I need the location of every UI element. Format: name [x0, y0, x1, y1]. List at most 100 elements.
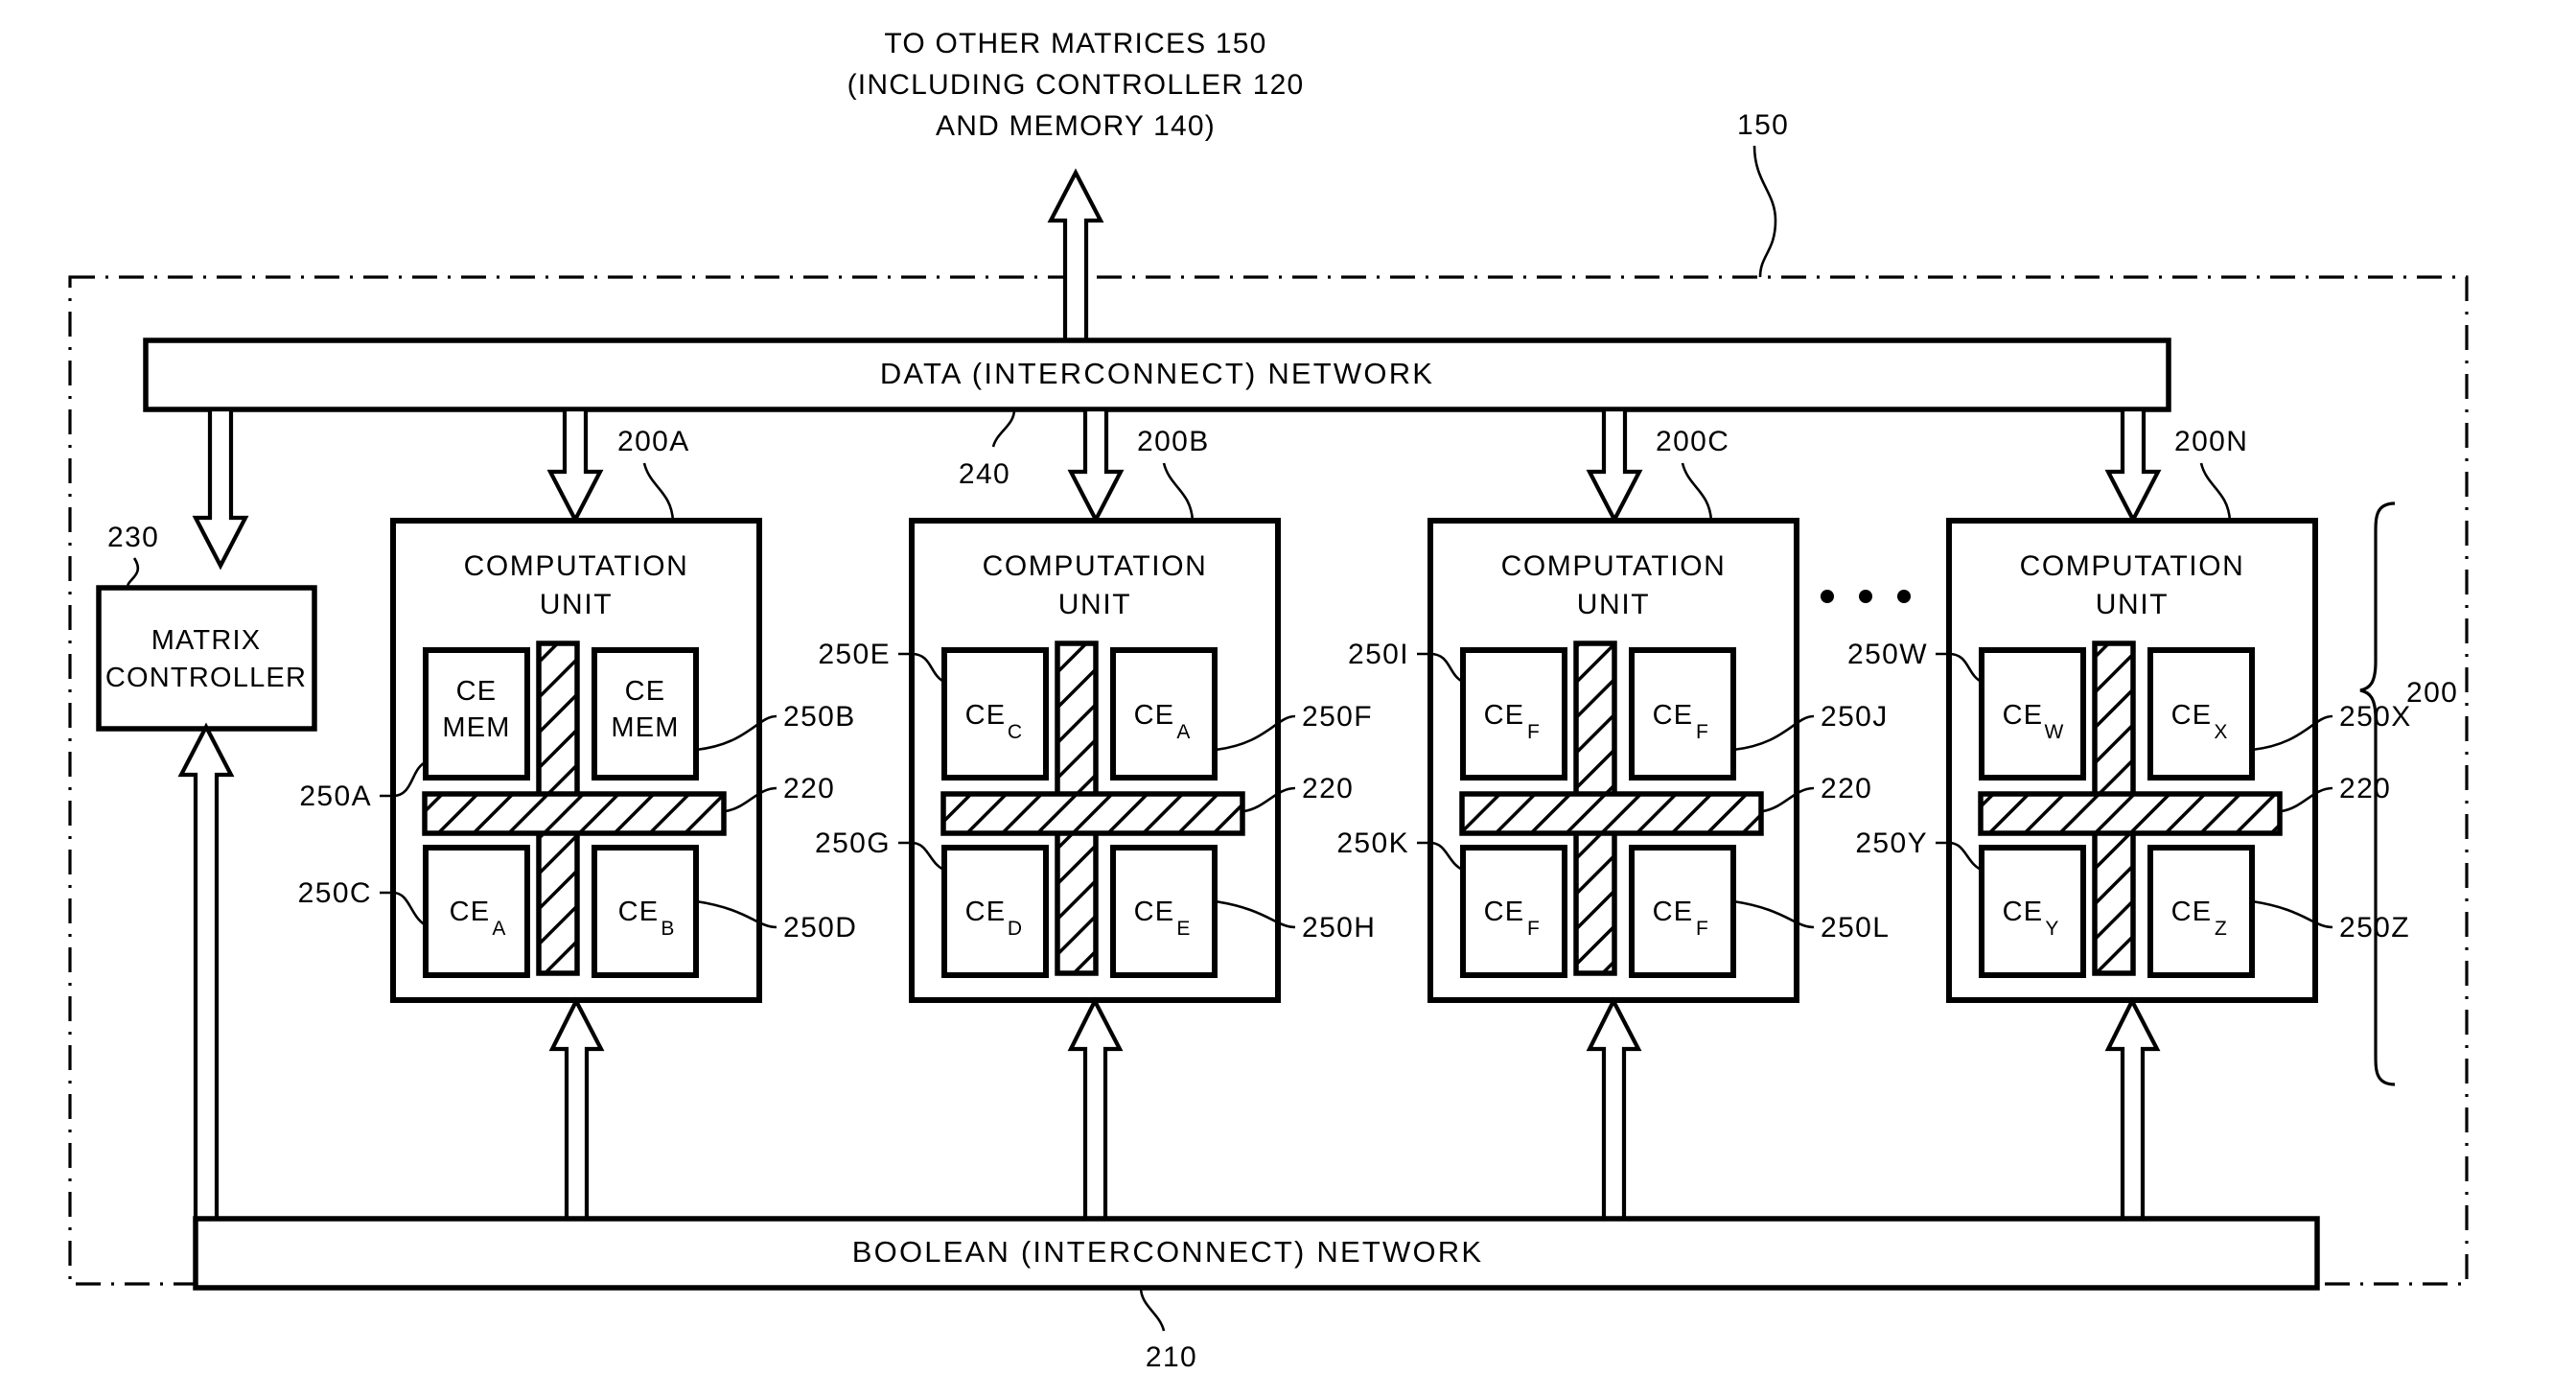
unit-200B-cell-tr-label: CE	[1134, 700, 1175, 731]
unit-200C-cell-tl-sub: F	[1527, 721, 1541, 743]
computation-unit-200B[interactable]: COMPUTATION UNIT CE C CE A CE D CE E	[909, 518, 1281, 1003]
unit-200B-cell-tr-sub: A	[1176, 721, 1191, 743]
top-note-line-2: (INCLUDING CONTROLLER 120	[847, 69, 1305, 101]
unit-200N-cell-tr-sub: X	[2214, 721, 2228, 743]
matrix-controller-line-1: MATRIX	[151, 625, 262, 656]
unit-200B-cell-bl[interactable]: CE D	[941, 845, 1049, 978]
unit-200B-cell-tr[interactable]: CE A	[1110, 647, 1218, 781]
unit-200C-cell-tl-label: CE	[1484, 700, 1525, 731]
unit-200A-cell-br[interactable]: CE B	[592, 845, 699, 978]
patent-figure-page: TO OTHER MATRICES 150 (INCLUDING CONTROL…	[0, 0, 2576, 1375]
unit-200A-title-1: COMPUTATION	[464, 550, 689, 582]
unit-200A-cell-tr-label2: MEM	[611, 712, 679, 743]
unit-200A-cell-br-label: CE	[618, 897, 660, 927]
unit-200A-cell-bl[interactable]: CE A	[423, 845, 530, 978]
ref-210-label: 210	[1146, 1341, 1197, 1373]
unit-200N-cell-br-sub: Z	[2215, 918, 2228, 940]
computation-unit-200A[interactable]: COMPUTATION UNIT CE MEM CE MEM CE A CE B	[390, 518, 762, 1003]
unit-200N-cell-tl-sub: W	[2044, 721, 2064, 743]
top-note-line-3: AND MEMORY 140)	[936, 110, 1216, 142]
unit-200N-horizontal-bus	[1978, 791, 2283, 836]
top-note-line-1: TO OTHER MATRICES 150	[884, 28, 1266, 59]
ref-200-label: 200	[2406, 677, 2458, 709]
ref-250F-label: 250F	[1302, 701, 1373, 733]
ref-250B-label: 250B	[783, 701, 856, 733]
ref-250L-label: 250L	[1821, 912, 1890, 944]
unit-200C-cell-bl-sub: F	[1527, 918, 1541, 940]
unit-200A-cell-bl-label: CE	[450, 897, 491, 927]
unit-200C-cell-tl[interactable]: CE F	[1460, 647, 1567, 781]
ref-250A-label: 250A	[299, 781, 372, 812]
unit-200B-cell-tl-sub: C	[1008, 721, 1023, 743]
ref-250I-label: 250I	[1348, 639, 1409, 670]
unit-200B-cell-bl-sub: D	[1008, 918, 1023, 940]
unit-200A-title-2: UNIT	[540, 589, 613, 620]
boolean-interconnect-network[interactable]: BOOLEAN (INTERCONNECT) NETWORK	[193, 1216, 2320, 1291]
ref-250H-label: 250H	[1302, 912, 1376, 944]
ref-250E-label: 250E	[818, 639, 891, 670]
ref-250J-label: 250J	[1821, 701, 1889, 733]
ref-200B-label: 200B	[1137, 426, 1210, 457]
unit-200N-cell-tr-label: CE	[2171, 700, 2213, 731]
ref-200N-label: 200N	[2174, 426, 2248, 457]
unit-200B-cell-bl-label: CE	[965, 897, 1007, 927]
matrix-controller-line-2: CONTROLLER	[105, 663, 307, 693]
unit-200N-cell-tl[interactable]: CE W	[1979, 647, 2086, 781]
ref-220-C-label: 220	[1821, 773, 1872, 804]
ref-250D-label: 250D	[783, 912, 857, 944]
unit-200B-cell-br-sub: E	[1176, 918, 1191, 940]
unit-200C-title-1: COMPUTATION	[1501, 550, 1727, 582]
unit-200B-cell-br[interactable]: CE E	[1110, 845, 1218, 978]
computation-unit-200N[interactable]: COMPUTATION UNIT CE W CE X CE Y CE Z	[1946, 518, 2318, 1003]
unit-200A-cell-tl-label: CE	[456, 676, 498, 707]
ref-220-N-label: 220	[2339, 773, 2391, 804]
unit-200N-cell-bl[interactable]: CE Y	[1979, 845, 2086, 978]
unit-200N-cell-tr[interactable]: CE X	[2147, 647, 2255, 781]
ref-220-B-label: 220	[1302, 773, 1354, 804]
unit-200B-title-1: COMPUTATION	[983, 550, 1208, 582]
ellipsis-dot-1	[1821, 590, 1834, 603]
ref-200C-label: 200C	[1656, 426, 1729, 457]
unit-200A-cell-bl-sub: A	[492, 918, 506, 940]
unit-200N-cell-tl-label: CE	[2003, 700, 2044, 731]
unit-200B-cell-tl[interactable]: CE C	[941, 647, 1049, 781]
unit-200A-horizontal-bus	[422, 791, 727, 836]
ref-240-label: 240	[959, 458, 1010, 490]
unit-200A-cell-tl[interactable]: CE MEM	[423, 647, 530, 781]
ref-250C-label: 250C	[298, 877, 372, 909]
ref-200A-label: 200A	[617, 426, 690, 457]
unit-200C-cell-tr-sub: F	[1696, 721, 1709, 743]
matrix-controller[interactable]: MATRIX CONTROLLER	[96, 585, 317, 732]
unit-200C-cell-bl[interactable]: CE F	[1460, 845, 1567, 978]
data-interconnect-network[interactable]: DATA (INTERCONNECT) NETWORK	[143, 338, 2171, 412]
unit-200A-cell-tr[interactable]: CE MEM	[592, 647, 699, 781]
matrix-architecture-diagram: TO OTHER MATRICES 150 (INCLUDING CONTROL…	[0, 0, 2576, 1375]
computation-unit-200C[interactable]: COMPUTATION UNIT CE F CE F CE F CE F	[1427, 518, 1799, 1003]
unit-200B-horizontal-bus	[940, 791, 1245, 836]
unit-200C-cell-tr-label: CE	[1653, 700, 1694, 731]
ref-250Y-label: 250Y	[1855, 827, 1928, 859]
unit-200N-cell-br-label: CE	[2171, 897, 2213, 927]
ref-250W-label: 250W	[1847, 639, 1928, 670]
unit-200A-cell-br-sub: B	[661, 918, 675, 940]
unit-200C-cell-br-sub: F	[1696, 918, 1709, 940]
unit-200B-cell-br-label: CE	[1134, 897, 1175, 927]
ref-250K-label: 250K	[1336, 827, 1409, 859]
unit-200C-cell-br-label: CE	[1653, 897, 1694, 927]
ellipsis-dot-3	[1897, 590, 1911, 603]
unit-200N-cell-bl-label: CE	[2003, 897, 2044, 927]
ref-150-label: 150	[1737, 109, 1789, 141]
unit-200B-cell-tl-label: CE	[965, 700, 1007, 731]
unit-200N-cell-bl-sub: Y	[2045, 918, 2059, 940]
unit-200C-cell-bl-label: CE	[1484, 897, 1525, 927]
unit-200C-cell-br[interactable]: CE F	[1629, 845, 1736, 978]
ref-250G-label: 250G	[815, 827, 891, 859]
ref-230-label: 230	[107, 522, 159, 553]
boolean-network-label: BOOLEAN (INTERCONNECT) NETWORK	[852, 1235, 1483, 1269]
unit-200N-cell-br[interactable]: CE Z	[2147, 845, 2255, 978]
unit-200N-title-1: COMPUTATION	[2020, 550, 2245, 582]
unit-200C-cell-tr[interactable]: CE F	[1629, 647, 1736, 781]
matrix-controller-box[interactable]	[96, 585, 317, 732]
unit-200B-title-2: UNIT	[1058, 589, 1131, 620]
data-network-label: DATA (INTERCONNECT) NETWORK	[880, 357, 1434, 390]
